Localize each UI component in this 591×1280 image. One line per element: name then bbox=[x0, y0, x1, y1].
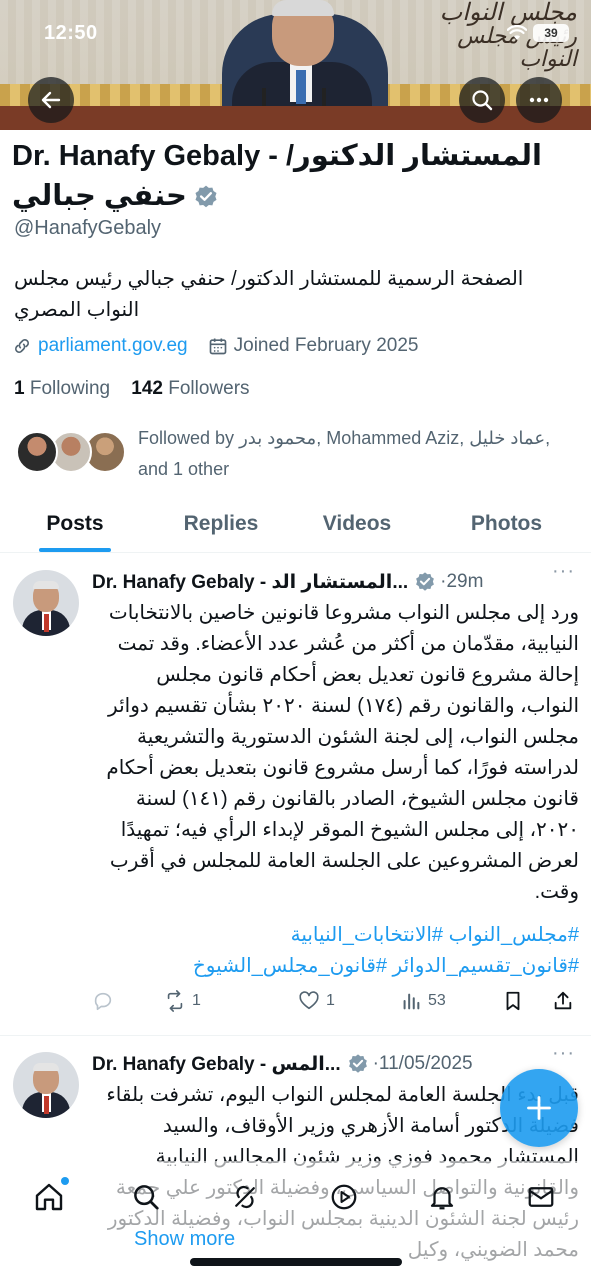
tab-posts[interactable]: Posts bbox=[0, 495, 150, 552]
follow-counts: 1 Following 142 Followers bbox=[14, 378, 250, 400]
banner-person-hair bbox=[272, 0, 334, 16]
tweet-actions: 1 1 53 bbox=[92, 986, 579, 1016]
home-icon bbox=[35, 1183, 63, 1211]
tweet-more-icon[interactable]: ··· bbox=[552, 1042, 575, 1065]
followed-by-text: Followed by محمود بدر, Mohammed Aziz, عم… bbox=[138, 428, 551, 479]
tweet-text: ورد إلى مجلس النواب مشروعا قانونين خاصين… bbox=[106, 602, 579, 903]
banner-tie bbox=[296, 70, 306, 104]
profile-joined-date: Joined February 2025 bbox=[233, 335, 419, 356]
tweet-author-name[interactable]: Dr. Hanafy Gebaly - المس... bbox=[92, 1053, 341, 1076]
tab-photos[interactable]: Photos bbox=[422, 495, 591, 552]
home-indicator bbox=[190, 1258, 402, 1266]
status-time: 12:50 bbox=[44, 22, 98, 44]
tab-replies[interactable]: Replies bbox=[150, 495, 292, 552]
calendar-icon bbox=[209, 338, 226, 355]
tweet-header: Dr. Hanafy Gebaly - المستشار الد... ·29m bbox=[92, 568, 580, 596]
retweet-count: 1 bbox=[192, 992, 201, 1009]
more-button[interactable] bbox=[516, 77, 562, 123]
reply-button[interactable] bbox=[92, 986, 114, 1016]
retweet-icon bbox=[167, 990, 183, 1012]
followed-by[interactable]: Followed by محمود بدر, Mohammed Aziz, عم… bbox=[12, 423, 578, 483]
followers-count: 142 bbox=[131, 378, 163, 399]
nav-home[interactable] bbox=[31, 1177, 69, 1215]
verified-badge-icon bbox=[416, 572, 435, 591]
battery-icon: 39 bbox=[533, 24, 569, 42]
show-more-link[interactable]: Show more bbox=[134, 1228, 235, 1251]
link-icon bbox=[15, 339, 29, 353]
notification-dot bbox=[61, 1177, 69, 1185]
heart-icon bbox=[299, 991, 319, 1010]
tweet-timestamp[interactable]: ·29m bbox=[440, 571, 483, 593]
tab-label: Posts bbox=[46, 511, 104, 535]
profile-meta: parliament.gov.eg Joined February 2025 bbox=[12, 335, 418, 357]
profile-bio: الصفحة الرسمية للمستشار الدكتور/ حنفي جب… bbox=[14, 268, 524, 321]
profile-website-link[interactable]: parliament.gov.eg bbox=[38, 335, 188, 357]
search-icon bbox=[472, 90, 493, 111]
tab-label: Photos bbox=[470, 511, 543, 535]
verified-badge-icon bbox=[348, 1054, 367, 1073]
tweet-header: Dr. Hanafy Gebaly - المس... ·11/05/2025 bbox=[92, 1050, 580, 1078]
nav-search[interactable] bbox=[128, 1179, 164, 1215]
calligraphy-line: مجلس النواب bbox=[439, 0, 577, 26]
views-button[interactable]: 53 bbox=[400, 986, 446, 1016]
followers-label: Followers bbox=[168, 378, 250, 399]
grok-icon bbox=[235, 1185, 255, 1209]
retweet-button[interactable]: 1 bbox=[164, 986, 201, 1016]
tweet-avatar[interactable] bbox=[13, 570, 79, 636]
share-button[interactable] bbox=[552, 986, 574, 1016]
more-horizontal-icon bbox=[529, 97, 549, 103]
hashtag-line[interactable]: #قانون_تقسيم_الدوائر #قانون_مجلس_الشيوخ bbox=[92, 951, 579, 982]
tab-label: Videos bbox=[322, 511, 392, 535]
plus-icon bbox=[527, 1096, 551, 1120]
hashtag-line[interactable]: #مجلس_النواب #الانتخابات_النيابية bbox=[92, 920, 579, 951]
compose-post-button[interactable] bbox=[500, 1069, 578, 1147]
tab-videos[interactable]: Videos bbox=[292, 495, 422, 552]
nav-notifications[interactable] bbox=[424, 1179, 460, 1215]
profile-name: Dr. Hanafy Gebaly - المستشار الدكتور/ حن… bbox=[12, 136, 578, 216]
profile-handle: @HanafyGebaly bbox=[14, 217, 162, 239]
profile-tabs: Posts Replies Videos Photos bbox=[0, 495, 591, 553]
search-icon bbox=[134, 1185, 159, 1210]
tweet-timestamp[interactable]: ·11/05/2025 bbox=[373, 1053, 473, 1075]
views-chart-icon bbox=[403, 993, 420, 1010]
reply-icon bbox=[94, 992, 112, 1011]
verified-badge-icon[interactable] bbox=[193, 184, 219, 210]
like-count: 1 bbox=[326, 992, 335, 1009]
active-tab-indicator bbox=[39, 548, 111, 552]
search-button[interactable] bbox=[459, 77, 505, 123]
tweet[interactable]: Dr. Hanafy Gebaly - المستشار الد... ·29m… bbox=[0, 554, 591, 1036]
tweet-more-icon[interactable]: ··· bbox=[552, 560, 575, 583]
nav-communities[interactable] bbox=[326, 1179, 362, 1215]
follower-avatar bbox=[16, 431, 58, 473]
nav-grok[interactable] bbox=[227, 1179, 263, 1215]
status-indicators: 39 bbox=[507, 24, 569, 42]
back-button[interactable] bbox=[28, 77, 74, 123]
following-label: Following bbox=[29, 378, 111, 399]
arrow-left-icon bbox=[41, 91, 61, 109]
tab-label: Replies bbox=[183, 511, 259, 535]
tweet-hashtags: #مجلس_النواب #الانتخابات_النيابية #قانون… bbox=[92, 920, 579, 982]
tweet-avatar[interactable] bbox=[13, 1052, 79, 1118]
profile-display-name: Dr. Hanafy Gebaly - المستشار الدكتور/ حن… bbox=[12, 140, 542, 212]
followers-link[interactable]: 142 Followers bbox=[131, 378, 249, 399]
share-icon bbox=[554, 991, 572, 1010]
following-count: 1 bbox=[14, 378, 25, 399]
nav-messages[interactable] bbox=[523, 1179, 559, 1215]
following-link[interactable]: 1 Following bbox=[14, 378, 110, 399]
messages-icon bbox=[528, 1187, 554, 1207]
communities-icon bbox=[331, 1184, 357, 1210]
tweet-author-name[interactable]: Dr. Hanafy Gebaly - المستشار الد... bbox=[92, 571, 408, 594]
notifications-icon bbox=[430, 1187, 454, 1210]
wifi-icon bbox=[507, 25, 527, 40]
bookmark-icon bbox=[506, 991, 520, 1011]
like-button[interactable]: 1 bbox=[298, 986, 335, 1016]
bookmark-button[interactable] bbox=[502, 986, 524, 1016]
views-count: 53 bbox=[428, 992, 446, 1009]
